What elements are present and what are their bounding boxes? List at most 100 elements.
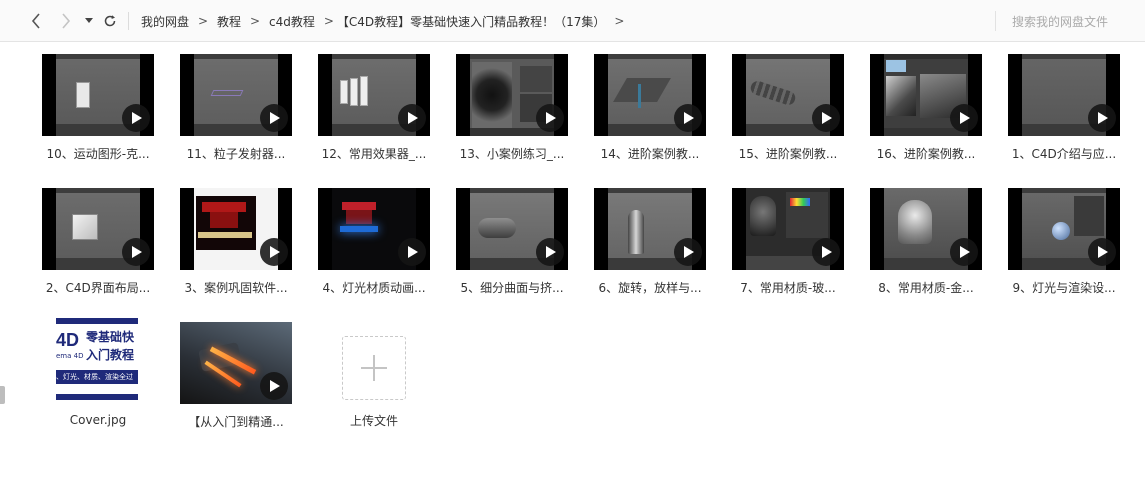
play-button[interactable] <box>950 104 978 132</box>
upload-label: 上传文件 <box>349 414 398 428</box>
play-icon <box>822 112 832 124</box>
play-icon <box>270 380 280 392</box>
play-button[interactable] <box>398 104 426 132</box>
play-icon <box>684 246 694 258</box>
top-navigation-bar: 我的网盘 > 教程 > c4d教程 > 【C4D教程】零基础快速入门精品教程！（… <box>0 0 1145 42</box>
cover-line-2: 入门教程 <box>86 348 135 362</box>
file-tile[interactable]: 2、C4D界面布局... <box>28 176 158 300</box>
play-icon <box>132 246 142 258</box>
file-name: 9、灯光与渲染设... <box>1012 281 1116 295</box>
video-thumbnail <box>180 188 292 270</box>
play-icon <box>960 246 970 258</box>
video-thumbnail <box>870 54 982 136</box>
play-button[interactable] <box>398 238 426 266</box>
video-thumbnail <box>180 322 292 404</box>
file-tile[interactable]: 8、常用材质-金... <box>856 176 986 300</box>
breadcrumb-separator: > <box>197 14 209 28</box>
play-button[interactable] <box>950 238 978 266</box>
upload-button[interactable] <box>342 336 406 400</box>
file-name: 11、粒子发射器... <box>186 147 286 161</box>
chevron-left-icon <box>31 13 40 29</box>
chevron-right-icon <box>62 13 71 29</box>
play-button[interactable] <box>536 104 564 132</box>
play-button[interactable] <box>122 104 150 132</box>
search-box <box>995 11 1135 32</box>
plus-icon <box>361 355 387 381</box>
play-button[interactable] <box>536 238 564 266</box>
file-tile[interactable]: 14、进阶案例教... <box>580 42 710 166</box>
file-name: 3、案例巩固软件... <box>184 281 288 295</box>
file-name: 14、进阶案例教... <box>600 147 700 161</box>
play-button[interactable] <box>1088 104 1116 132</box>
breadcrumb-item-my-disk[interactable]: 我的网盘 <box>141 13 189 30</box>
play-button[interactable] <box>260 104 288 132</box>
file-tile[interactable]: 10、运动图形-克... <box>28 42 158 166</box>
play-button[interactable] <box>674 104 702 132</box>
history-dropdown-button[interactable] <box>82 10 96 32</box>
video-thumbnail <box>1008 188 1120 270</box>
breadcrumb-item-current-folder[interactable]: 【C4D教程】零基础快速入门精品教程！（17集） <box>337 13 606 30</box>
video-thumbnail <box>42 54 154 136</box>
play-button[interactable] <box>260 372 288 400</box>
file-name: Cover.jpg <box>69 413 127 427</box>
breadcrumb-separator: > <box>250 14 261 28</box>
file-tile[interactable]: 13、小案例练习_... <box>442 42 572 166</box>
file-tile[interactable]: 4D ema 4D 零基础快 入门教程 、灯光、材质、渲染全过 Cover.jp… <box>28 310 158 434</box>
file-name: 12、常用效果器_... <box>321 147 427 161</box>
file-tile[interactable]: 7、常用材质-玻... <box>718 176 848 300</box>
play-button[interactable] <box>1088 238 1116 266</box>
play-button[interactable] <box>812 238 840 266</box>
video-thumbnail <box>180 54 292 136</box>
breadcrumb: 我的网盘 > 教程 > c4d教程 > 【C4D教程】零基础快速入门精品教程！（… <box>141 12 633 30</box>
refresh-icon <box>104 15 116 27</box>
breadcrumb-item-c4d[interactable]: c4d教程 <box>269 13 315 30</box>
breadcrumb-item-tutorials[interactable]: 教程 <box>217 13 241 30</box>
play-icon <box>684 112 694 124</box>
file-name: 2、C4D界面布局... <box>45 281 151 295</box>
cover-left-text: 4D <box>56 330 80 350</box>
file-tile[interactable]: 9、灯光与渲染设... <box>994 176 1124 300</box>
play-button[interactable] <box>674 238 702 266</box>
file-tile[interactable]: 5、细分曲面与挤... <box>442 176 572 300</box>
file-name: 8、常用材质-金... <box>878 281 974 295</box>
video-thumbnail <box>318 188 430 270</box>
cover-line-1: 零基础快 <box>86 330 135 344</box>
video-thumbnail <box>42 188 154 270</box>
back-button[interactable] <box>26 10 46 32</box>
file-tile[interactable]: 11、粒子发射器... <box>166 42 296 166</box>
image-thumbnail: 4D ema 4D 零基础快 入门教程 、灯光、材质、渲染全过 <box>56 318 138 400</box>
play-icon <box>408 112 418 124</box>
play-icon <box>1098 112 1108 124</box>
file-tile[interactable]: 【从入门到精通... <box>166 310 296 434</box>
play-icon <box>270 112 280 124</box>
file-tile[interactable]: 3、案例巩固软件... <box>166 176 296 300</box>
play-icon <box>1098 246 1108 258</box>
scrollbar-handle[interactable] <box>0 386 5 404</box>
file-name: 15、进阶案例教... <box>738 147 838 161</box>
file-name: 10、运动图形-克... <box>46 147 150 161</box>
play-icon <box>132 112 142 124</box>
file-name: 4、灯光材质动画... <box>322 281 426 295</box>
video-thumbnail <box>594 188 706 270</box>
video-thumbnail <box>1008 54 1120 136</box>
file-tile[interactable]: 16、进阶案例教... <box>856 42 986 166</box>
refresh-button[interactable] <box>100 10 120 32</box>
video-thumbnail <box>732 54 844 136</box>
forward-button[interactable] <box>56 10 76 32</box>
file-tile[interactable]: 12、常用效果器_... <box>304 42 434 166</box>
file-tile[interactable]: 6、旋转，放样与... <box>580 176 710 300</box>
play-button[interactable] <box>260 238 288 266</box>
video-thumbnail <box>456 188 568 270</box>
file-tile[interactable]: 4、灯光材质动画... <box>304 176 434 300</box>
file-name: 16、进阶案例教... <box>876 147 976 161</box>
file-tile[interactable]: 1、C4D介绍与应... <box>994 42 1124 166</box>
search-input[interactable] <box>1012 12 1132 32</box>
play-button[interactable] <box>812 104 840 132</box>
video-thumbnail <box>456 54 568 136</box>
file-name: 1、C4D介绍与应... <box>1011 147 1117 161</box>
video-thumbnail <box>318 54 430 136</box>
play-button[interactable] <box>122 238 150 266</box>
file-tile[interactable]: 15、进阶案例教... <box>718 42 848 166</box>
file-name: 【从入门到精通... <box>188 415 284 429</box>
play-icon <box>822 246 832 258</box>
